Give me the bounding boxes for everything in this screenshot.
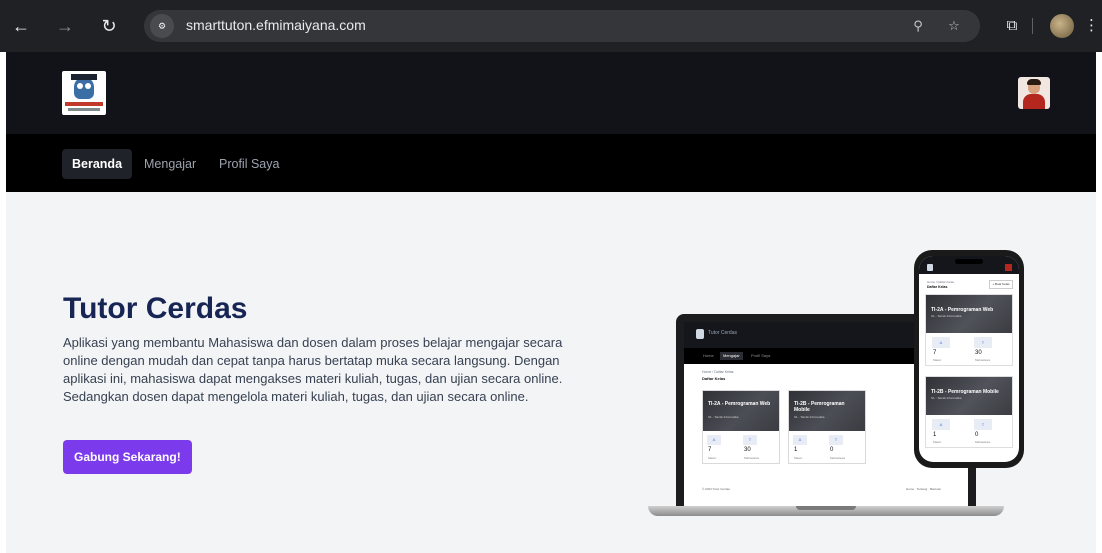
mockup-stat: A 7 Materi xyxy=(707,435,723,463)
zoom-icon[interactable]: ⚲ xyxy=(908,16,928,36)
url-text[interactable]: smarttuton.efmimaiyana.com xyxy=(186,17,366,33)
phone-card-title: TI-2A - Pemrograman Web xyxy=(931,307,994,313)
mockup-stat-value: 1 xyxy=(794,447,798,453)
phone-class-card: TI-2A - Pemrograman Web S1 - Teknik Info… xyxy=(925,294,1013,366)
mockup-card-title: TI-2A - Pemrograman Web xyxy=(708,401,771,407)
mockup-card-title: TI-2B - Pemrograman Mobile xyxy=(794,401,845,413)
phone-class-card: TI-2B - Pemrograman Mobile S1 - Teknik I… xyxy=(925,376,1013,448)
reload-icon[interactable]: ↻ xyxy=(98,15,120,37)
logo-eye-left xyxy=(77,83,83,89)
hero-description: Aplikasi yang membantu Mahasiswa dan dos… xyxy=(63,335,563,404)
star-icon[interactable]: ☆ xyxy=(944,16,964,36)
phone-stat: A 1 Materi xyxy=(932,419,956,447)
avatar-body xyxy=(1023,94,1045,109)
mockup-card-subtitle: S1 - Teknik Informatika xyxy=(794,415,825,419)
profile-icon[interactable] xyxy=(1050,14,1074,38)
laptop-notch xyxy=(796,506,856,510)
mockup-stat-tile: A xyxy=(707,435,721,445)
hero-title: Tutor Cerdas xyxy=(63,292,248,325)
mockup-logo-icon xyxy=(696,329,704,339)
mockup-stat-tile: A xyxy=(793,435,807,445)
phone-stat-label: Materi xyxy=(933,358,942,362)
mockup-stat-label: Materi xyxy=(794,456,803,460)
mockup-card-banner xyxy=(703,391,779,431)
phone-card-subtitle: S1 - Teknik Informatika xyxy=(931,396,962,400)
phone-stat-label: Materi xyxy=(933,440,942,444)
phone-stat-value: 0 xyxy=(975,432,979,438)
site-info-icon[interactable]: ⚙ xyxy=(150,14,174,38)
mockup-stat-tile: T xyxy=(743,435,757,445)
mockup-breadcrumb: Home / Daftar Kelas xyxy=(702,370,734,374)
phone-stat-tile: A xyxy=(932,337,950,348)
phone-screen-content: Home / Daftar Kelas Daftar Kelas + Buat … xyxy=(919,256,1019,462)
phone-stat-value: 7 xyxy=(933,350,937,356)
phone-stat-label: Mahasiswa xyxy=(975,358,991,362)
site-logo[interactable] xyxy=(62,71,106,115)
mockup-stat-value: 0 xyxy=(830,447,834,453)
phone-mockup: Home / Daftar Kelas Daftar Kelas + Buat … xyxy=(914,250,1024,468)
mockup-nav-item: Home xyxy=(703,353,714,358)
phone-breadcrumb: Home / Daftar Kelas xyxy=(927,280,955,284)
extensions-icon[interactable]: ⧉ xyxy=(1000,14,1024,38)
toolbar-divider xyxy=(1032,18,1033,34)
mockup-card-subtitle: S1 - Teknik Informatika xyxy=(708,415,739,419)
mockup-class-card: TI-2B - Pemrograman Mobile S1 - Teknik I… xyxy=(788,390,866,464)
address-bar[interactable]: ⚙ smarttuton.efmimaiyana.com ⚲ ☆ xyxy=(144,10,980,42)
phone-stat: T 0 Mahasiswa xyxy=(974,419,998,447)
logo-tagline-bar xyxy=(68,108,100,111)
tab-strip xyxy=(0,0,1102,6)
avatar-hair xyxy=(1027,79,1041,85)
phone-create-class-button: + Buat Kelas xyxy=(989,280,1013,289)
phone-stat: A 7 Materi xyxy=(932,337,956,365)
phone-header xyxy=(919,256,1019,274)
mockup-stat-label: Materi xyxy=(708,456,717,460)
logo-wordmark-bar xyxy=(65,102,103,106)
nav-item-beranda[interactable]: Beranda xyxy=(62,149,133,179)
phone-stat-tile: T xyxy=(974,419,992,430)
phone-card-subtitle: S1 - Teknik Informatika xyxy=(931,314,962,318)
phone-logo-icon xyxy=(927,264,933,271)
phone-stat: T 30 Mahasiswa xyxy=(974,337,998,365)
logo-cap-shape xyxy=(71,74,97,80)
menu-icon[interactable]: ⋮ xyxy=(1084,14,1099,38)
nav-item-profil-saya[interactable]: Profil Saya xyxy=(209,149,289,179)
mockup-nav-item: Profil Saya xyxy=(751,353,771,358)
phone-stat-tile: A xyxy=(932,419,950,430)
join-now-button[interactable]: Gabung Sekarang! xyxy=(63,440,192,474)
user-avatar[interactable] xyxy=(1018,77,1050,109)
mockup-stat-label: Mahasiswa xyxy=(830,456,846,460)
back-icon[interactable]: ← xyxy=(10,15,32,37)
phone-notch xyxy=(955,259,983,264)
forward-icon[interactable]: → xyxy=(54,15,76,37)
mockup-stat: A 1 Materi xyxy=(793,435,809,463)
mockup-stat: T 0 Mahasiswa xyxy=(829,435,845,463)
mockup-footer-right: Home · Tentang · Bantuan xyxy=(906,487,942,491)
phone-avatar xyxy=(1005,264,1012,271)
phone-card-title: TI-2B - Pemrograman Mobile xyxy=(931,389,999,395)
mockup-class-card: TI-2A - Pemrograman Web S1 - Teknik Info… xyxy=(702,390,780,464)
phone-stat-value: 1 xyxy=(933,432,937,438)
mockup-stat: T 30 Mahasiswa xyxy=(743,435,759,463)
mockup-stat-value: 7 xyxy=(708,447,712,453)
mockup-stat-value: 30 xyxy=(744,447,751,453)
site-header xyxy=(6,52,1096,134)
nav-item-mengajar[interactable]: Mengajar xyxy=(134,149,206,179)
hero-section: Tutor Cerdas Aplikasi yang membantu Maha… xyxy=(6,192,1096,553)
mockup-stat-tile: T xyxy=(829,435,843,445)
mockup-footer-left: © 2024 Tutor Cerdas xyxy=(702,487,730,491)
main-nav: Beranda Mengajar Profil Saya xyxy=(6,134,1096,192)
phone-stat-value: 30 xyxy=(975,350,982,356)
phone-page-title: Daftar Kelas xyxy=(927,285,948,289)
browser-toolbar: ← → ↻ ⚙ smarttuton.efmimaiyana.com ⚲ ☆ ⧉… xyxy=(0,0,1102,52)
mockup-page-title: Daftar Kelas xyxy=(702,376,726,381)
phone-stat-tile: T xyxy=(974,337,992,348)
phone-stat-label: Mahasiswa xyxy=(975,440,991,444)
mockup-brand: Tutor Cerdas xyxy=(708,330,737,336)
logo-eye-right xyxy=(85,83,91,89)
mockup-stat-label: Mahasiswa xyxy=(744,456,760,460)
mockup-nav-item-active: Mengajar xyxy=(720,352,743,360)
